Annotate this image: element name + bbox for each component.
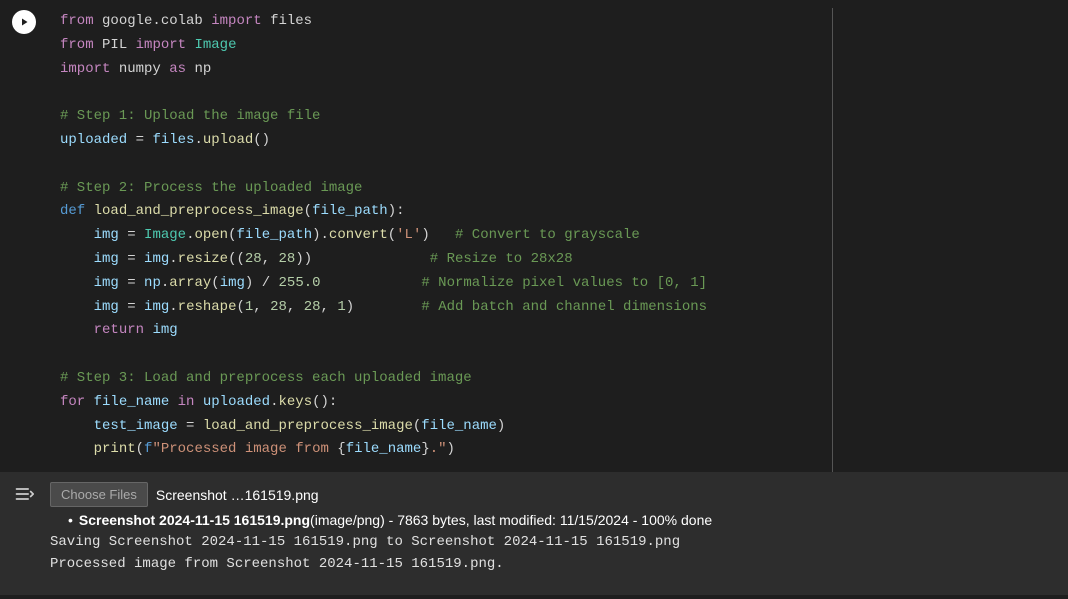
- output-toggle[interactable]: [14, 482, 50, 509]
- code-cell: from google.colab import files from PIL …: [0, 0, 1068, 472]
- output-panel: Choose Files Screenshot …161519.png •Scr…: [0, 472, 1068, 595]
- uploaded-filename: Screenshot 2024-11-15 161519.png: [79, 512, 310, 528]
- file-upload-row: Choose Files Screenshot …161519.png: [50, 482, 1054, 507]
- chosen-filename: Screenshot …161519.png: [156, 484, 319, 506]
- upload-details: (image/png) - 7863 bytes, last modified:…: [310, 512, 712, 528]
- output-body: Choose Files Screenshot …161519.png •Scr…: [50, 482, 1054, 575]
- run-gutter: [12, 8, 48, 472]
- output-line-saving: Saving Screenshot 2024-11-15 161519.png …: [50, 531, 1054, 553]
- run-button[interactable]: [12, 10, 36, 34]
- code-content: from google.colab import files from PIL …: [60, 10, 832, 462]
- play-icon: [18, 16, 30, 28]
- output-icon: [14, 484, 34, 504]
- choose-files-button[interactable]: Choose Files: [50, 482, 148, 507]
- upload-status-line: •Screenshot 2024-11-15 161519.png(image/…: [68, 509, 1054, 531]
- output-line-processed: Processed image from Screenshot 2024-11-…: [50, 553, 1054, 575]
- code-editor[interactable]: from google.colab import files from PIL …: [48, 8, 833, 472]
